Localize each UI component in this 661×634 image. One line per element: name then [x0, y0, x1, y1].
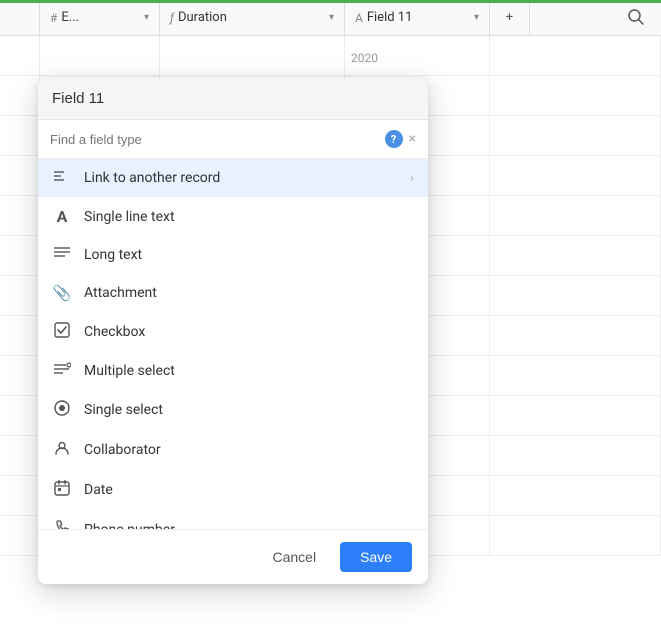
- field-type-item-phone-number[interactable]: Phone number: [38, 510, 428, 529]
- field-type-list: Link to another record › A Single line t…: [38, 159, 428, 529]
- single-select-label: Single select: [84, 402, 414, 418]
- col-header-row-num: [0, 0, 40, 35]
- multiple-select-icon: [52, 362, 72, 380]
- long-text-icon: [52, 246, 72, 264]
- attachment-icon: 📎: [52, 284, 72, 302]
- field-type-item-single-line-text[interactable]: A Single line text: [38, 197, 428, 236]
- field-type-item-link-to-record[interactable]: Link to another record ›: [38, 159, 428, 197]
- field-name-input[interactable]: [38, 78, 428, 120]
- checkbox-icon: [52, 322, 72, 342]
- link-to-record-label: Link to another record: [84, 170, 398, 186]
- field-type-item-multiple-select[interactable]: Multiple select: [38, 352, 428, 390]
- date-label: Date: [84, 482, 414, 498]
- single-select-icon: [52, 400, 72, 420]
- field-type-modal: ? × Link to another record › A Single li…: [38, 78, 428, 584]
- field-type-item-collaborator[interactable]: Collaborator: [38, 430, 428, 470]
- link-to-record-icon: [52, 169, 72, 187]
- col3-type-icon: A: [355, 11, 363, 25]
- column-headers: # E... ▾ ƒ Duration ▾ A Field 11 ▾ +: [0, 0, 661, 36]
- col-header-duration[interactable]: ƒ Duration ▾: [160, 0, 345, 35]
- date-icon: [52, 480, 72, 500]
- col-header-1[interactable]: # E... ▾: [40, 0, 160, 35]
- field-type-search-area: ? ×: [38, 120, 428, 159]
- collaborator-label: Collaborator: [84, 442, 414, 458]
- single-line-text-icon: A: [52, 207, 72, 226]
- col2-label: Duration: [178, 10, 227, 25]
- col2-type-icon: ƒ: [170, 11, 174, 25]
- top-accent-bar: [0, 0, 661, 3]
- col-header-field11[interactable]: A Field 11 ▾: [345, 0, 490, 35]
- col2-dropdown-icon[interactable]: ▾: [329, 12, 334, 23]
- search-icon[interactable]: [627, 8, 645, 30]
- phone-icon: [52, 520, 72, 529]
- field-type-item-single-select[interactable]: Single select: [38, 390, 428, 430]
- collaborator-icon: [52, 440, 72, 460]
- field-type-item-date[interactable]: Date: [38, 470, 428, 510]
- checkbox-label: Checkbox: [84, 324, 414, 340]
- modal-footer: Cancel Save: [38, 529, 428, 584]
- table-row: 2020: [0, 36, 661, 76]
- phone-number-label: Phone number: [84, 522, 414, 529]
- link-to-record-arrow: ›: [410, 171, 414, 185]
- col1-type-icon: #: [50, 11, 57, 25]
- field-type-search-input[interactable]: [50, 132, 377, 147]
- multiple-select-label: Multiple select: [84, 363, 414, 379]
- help-icon[interactable]: ?: [385, 130, 403, 148]
- add-col-icon: +: [506, 10, 513, 25]
- search-action-icons: ? ×: [385, 130, 416, 148]
- attachment-label: Attachment: [84, 285, 414, 301]
- save-button[interactable]: Save: [340, 542, 412, 572]
- field-type-item-attachment[interactable]: 📎 Attachment: [38, 274, 428, 312]
- close-search-icon[interactable]: ×: [409, 132, 416, 146]
- col1-dropdown-icon[interactable]: ▾: [144, 12, 149, 23]
- col-add-button[interactable]: +: [490, 0, 530, 35]
- field-type-item-long-text[interactable]: Long text: [38, 236, 428, 274]
- col1-label: E...: [61, 10, 79, 25]
- field-type-item-checkbox[interactable]: Checkbox: [38, 312, 428, 352]
- single-line-text-label: Single line text: [84, 209, 414, 225]
- long-text-label: Long text: [84, 247, 414, 263]
- col3-label: Field 11: [367, 10, 413, 25]
- cancel-button[interactable]: Cancel: [258, 542, 330, 572]
- col3-dropdown-icon[interactable]: ▾: [474, 12, 479, 23]
